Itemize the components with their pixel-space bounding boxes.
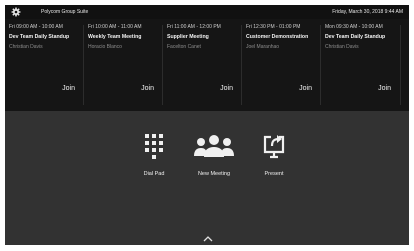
meeting-card[interactable]: Fri 12:30 PM - 01:00 PM Customer Demonst… [242,19,318,105]
meeting-card[interactable]: Fri 10:00 AM - 11:00 AM Weekly Team Meet… [84,19,160,105]
new-meeting-button[interactable]: New Meeting [184,133,244,193]
join-button[interactable]: Join [299,84,312,94]
present-label: Present [264,171,284,177]
dial-pad-button[interactable]: Dial Pad [124,133,184,193]
meeting-card[interactable]: Fri 11:00 AM - 12:00 PM Supplier Meeting… [163,19,239,105]
join-button[interactable]: Join [378,84,391,94]
meeting-organizer: Christian Davis [325,44,359,50]
meeting-organizer: Facelton Canet [167,44,201,50]
room-name: Polycom Group Suite [41,9,89,15]
meeting-card[interactable]: Mon 09:30 AM - 10:00 AM Dev Team Daily S… [321,19,397,105]
dial-pad-label: Dial Pad [143,171,165,177]
meeting-organizer: Joel Maranhao [246,44,280,50]
meeting-time: Fri 10:00 AM - 11:00 AM [88,24,142,30]
top-bar: Polycom Group Suite Friday, March 30, 20… [5,5,409,19]
people-icon [194,135,234,157]
meeting-time: Fri 12:30 PM - 01:00 PM [246,24,301,30]
meeting-title: Dev Team Daily Standup [325,34,386,40]
join-button[interactable]: Join [220,84,233,94]
meeting-title: Weekly Team Meeting [88,34,142,40]
date-time: Friday, March 30, 2018 9:44 AM [332,9,403,15]
dialpad-icon [145,134,163,159]
meeting-title: Dev Team Daily Standup [9,34,70,40]
card-divider [400,25,401,105]
meeting-title: Customer Demonstration [246,34,309,40]
join-button[interactable]: Join [62,84,75,94]
meeting-time: Mon 09:30 AM - 10:00 AM [325,24,383,30]
device-frame: Polycom Group Suite Friday, March 30, 20… [0,0,414,251]
meeting-time: Fri 09:00 AM - 10:00 AM [9,24,63,30]
present-button[interactable]: Present [244,133,304,193]
gear-icon[interactable] [11,7,21,17]
present-icon [263,135,285,159]
chevron-up-icon[interactable] [203,236,213,242]
home-screen: Polycom Group Suite Friday, March 30, 20… [5,5,409,245]
meeting-time: Fri 11:00 AM - 12:00 PM [167,24,221,30]
meeting-title: Supplier Meeting [167,34,209,40]
meeting-organizer: Christian Davis [9,44,43,50]
join-button[interactable]: Join [141,84,154,94]
meeting-card[interactable]: Fri 09:00 AM - 10:00 AM Dev Team Daily S… [5,19,81,105]
meeting-organizer: Horacio Blanco [88,44,122,50]
new-meeting-label: New Meeting [197,171,231,177]
meeting-calendar-strip: Fri 09:00 AM - 10:00 AM Dev Team Daily S… [5,19,409,111]
